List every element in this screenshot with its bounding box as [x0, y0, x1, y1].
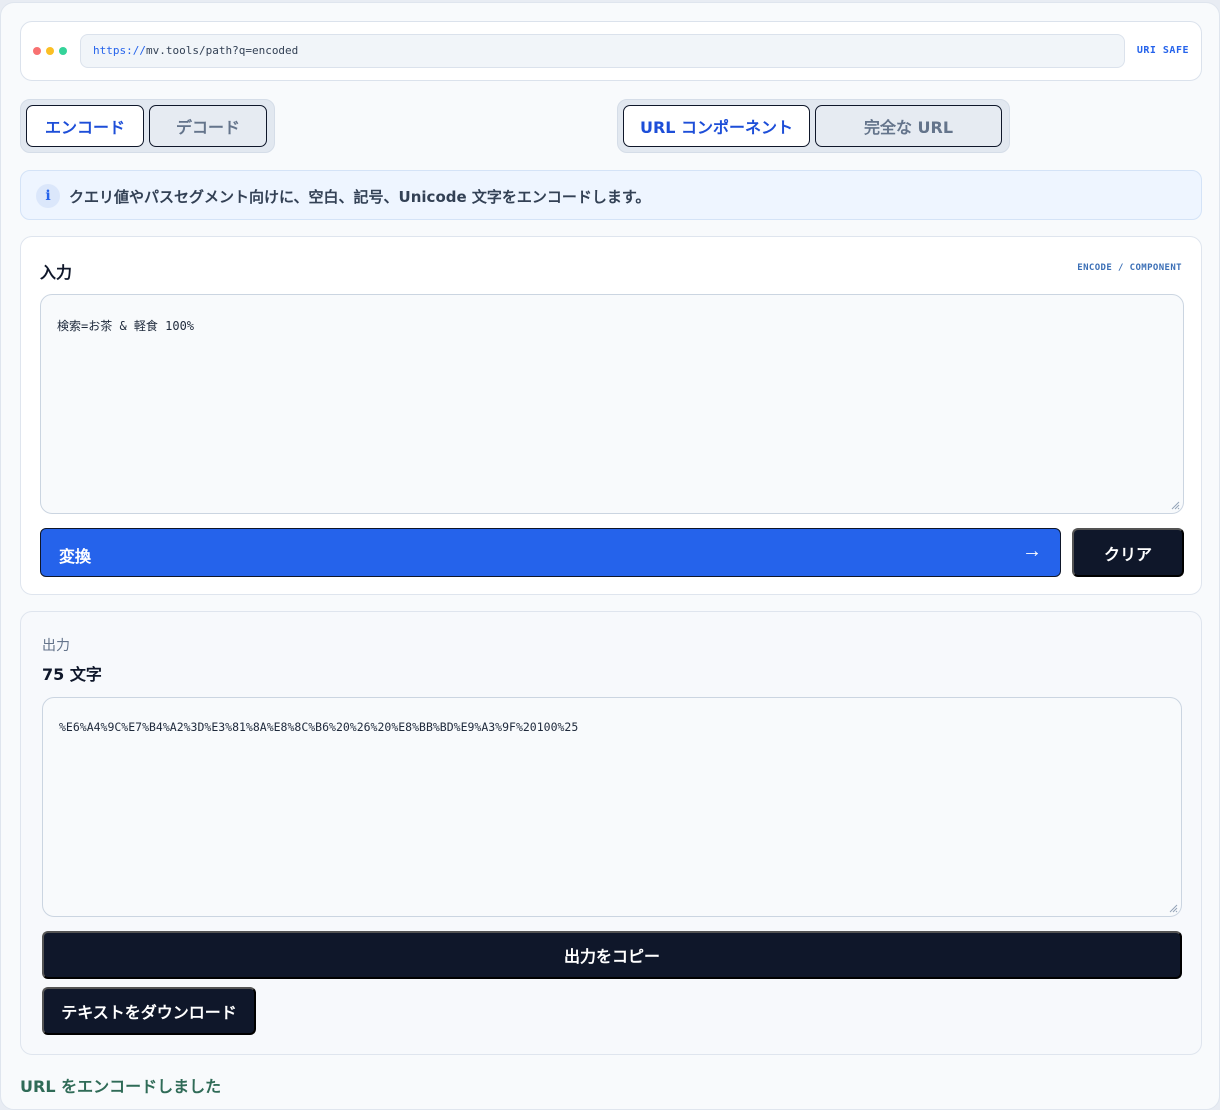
mode-toggle: エンコード デコード: [20, 99, 275, 153]
input-card: 入力 ENCODE / COMPONENT 検索=お茶 & 軽食 100% 変換…: [20, 236, 1202, 595]
convert-button[interactable]: 変換 →: [40, 528, 1061, 577]
convert-label: 変換: [59, 549, 92, 566]
output-label: 出力: [42, 638, 70, 654]
minimize-dot[interactable]: [46, 47, 54, 55]
clear-button[interactable]: クリア: [1072, 528, 1184, 577]
resize-grip-icon[interactable]: [1170, 500, 1180, 510]
url-scheme: https://: [93, 44, 146, 57]
info-text: クエリ値やパスセグメント向けに、空白、記号、Unicode 文字をエンコードしま…: [69, 188, 651, 206]
full-url-tab[interactable]: 完全な URL: [815, 105, 1002, 147]
output-char-count: 75 文字: [42, 665, 102, 684]
close-dot[interactable]: [33, 47, 41, 55]
uri-safe-badge: URI SAFE: [1136, 45, 1189, 56]
output-value: %E6%A4%9C%E7%B4%A2%3D%E3%81%8A%E8%8C%B6%…: [59, 720, 579, 734]
info-banner: i クエリ値やパスセグメント向けに、空白、記号、Unicode 文字をエンコード…: [20, 170, 1202, 220]
input-title: 入力: [40, 263, 73, 282]
input-value: 検索=お茶 & 軽食 100%: [57, 319, 195, 333]
url-component-tab[interactable]: URL コンポーネント: [623, 105, 810, 147]
output-card: 出力 75 文字 %E6%A4%9C%E7%B4%A2%3D%E3%81%8A%…: [20, 611, 1202, 1055]
encode-tab[interactable]: エンコード: [26, 105, 144, 147]
url-field[interactable]: https://mv.tools/path?q=encoded: [80, 34, 1125, 68]
input-textarea[interactable]: 検索=お茶 & 軽食 100%: [40, 294, 1184, 514]
info-icon: i: [36, 184, 60, 208]
arrow-right-icon: →: [1022, 540, 1042, 562]
status-message: URL をエンコードしました: [20, 1077, 222, 1096]
app-window: https://mv.tools/path?q=encoded URI SAFE…: [0, 2, 1220, 1110]
output-textarea[interactable]: %E6%A4%9C%E7%B4%A2%3D%E3%81%8A%E8%8C%B6%…: [42, 697, 1182, 917]
maximize-dot[interactable]: [59, 47, 67, 55]
mode-tag: ENCODE / COMPONENT: [1077, 263, 1182, 273]
window-controls: [33, 47, 67, 55]
url-path: mv.tools/path?q=encoded: [145, 44, 299, 57]
decode-tab[interactable]: デコード: [149, 105, 267, 147]
resize-grip-icon[interactable]: [1168, 903, 1178, 913]
scope-toggle: URL コンポーネント 完全な URL: [617, 99, 1010, 153]
address-bar: https://mv.tools/path?q=encoded URI SAFE: [20, 21, 1202, 81]
copy-output-button[interactable]: 出力をコピー: [42, 931, 1182, 979]
download-text-button[interactable]: テキストをダウンロード: [42, 987, 256, 1035]
